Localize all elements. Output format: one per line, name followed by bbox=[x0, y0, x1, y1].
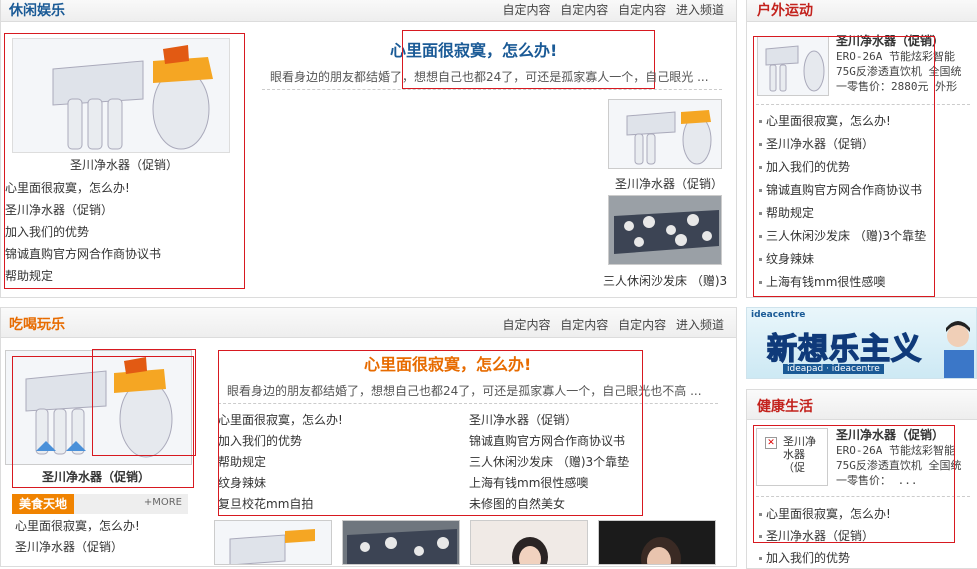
health-header: 健康生活 bbox=[747, 390, 977, 420]
eat-title: 吃喝玩乐 bbox=[9, 317, 65, 333]
list-item[interactable]: 加入我们的优势 bbox=[758, 547, 891, 569]
health-title: 健康生活 bbox=[757, 399, 813, 415]
more-link[interactable]: +MORE bbox=[144, 497, 182, 508]
outdoor-header: 户外运动 bbox=[747, 0, 977, 22]
leisure-side-image-1[interactable] bbox=[608, 99, 722, 169]
food-list: 心里面很寂寞，怎么办! 圣川净水器（促销） bbox=[15, 516, 140, 558]
portrait-photo-icon bbox=[471, 521, 587, 564]
outdoor-title: 户外运动 bbox=[757, 3, 813, 19]
leisure-summary: 眼看身边的朋友都结婚了，想想自己也都24了，可还是孤家寡人一个，自己眼光 ... bbox=[270, 70, 709, 84]
food-tab[interactable]: 美食天地 bbox=[12, 494, 74, 514]
enter-channel-link[interactable]: 进入频道 bbox=[676, 3, 724, 17]
highlight-box bbox=[4, 33, 245, 289]
eat-thumb-3[interactable] bbox=[470, 520, 588, 565]
ad-slogan: 新想乐主义 bbox=[766, 331, 922, 368]
leisure-side-caption-2[interactable]: 三人休闲沙发床 （赠)3 bbox=[603, 272, 727, 289]
sofa-bed-icon bbox=[609, 196, 721, 264]
highlight-box bbox=[753, 425, 955, 543]
highlight-box bbox=[92, 349, 196, 456]
ad-brand: ideacentre bbox=[751, 310, 806, 320]
custom-link-3[interactable]: 自定内容 bbox=[618, 3, 666, 17]
ad-banner[interactable]: ideacentre 新想乐主义 ideapad · ideacentre bbox=[746, 307, 977, 379]
divider bbox=[262, 89, 722, 90]
custom-link-1[interactable]: 自定内容 bbox=[502, 318, 550, 332]
water-purifier-icon bbox=[215, 521, 331, 564]
leisure-title: 休闲娱乐 bbox=[9, 3, 65, 19]
person-icon bbox=[944, 321, 974, 378]
leisure-header: 休闲娱乐 自定内容 自定内容 自定内容 进入频道 bbox=[1, 0, 736, 22]
eat-thumb-1[interactable] bbox=[214, 520, 332, 565]
leisure-side-caption-1[interactable]: 圣川净水器（促销） bbox=[615, 175, 723, 192]
custom-link-1[interactable]: 自定内容 bbox=[502, 3, 550, 17]
water-purifier-icon bbox=[609, 100, 721, 168]
eat-thumb-2[interactable] bbox=[342, 520, 460, 565]
portrait-photo-icon bbox=[599, 521, 715, 564]
food-tab-bar: 美食天地 +MORE bbox=[12, 494, 188, 514]
eat-header-links: 自定内容 自定内容 自定内容 进入频道 bbox=[496, 316, 724, 333]
list-item[interactable]: 心里面很寂寞，怎么办! bbox=[15, 516, 140, 537]
ad-subbrand: ideapad · ideacentre bbox=[783, 364, 884, 374]
eat-thumb-4[interactable] bbox=[598, 520, 716, 565]
highlight-box bbox=[218, 350, 643, 516]
list-item[interactable]: 圣川净水器（促销） bbox=[15, 537, 140, 558]
enter-channel-link[interactable]: 进入频道 bbox=[676, 318, 724, 332]
sofa-bed-icon bbox=[343, 521, 459, 564]
leisure-side-image-2[interactable] bbox=[608, 195, 722, 265]
custom-link-2[interactable]: 自定内容 bbox=[560, 3, 608, 17]
highlight-box bbox=[753, 36, 935, 297]
leisure-header-links: 自定内容 自定内容 自定内容 进入频道 bbox=[496, 1, 724, 18]
custom-link-2[interactable]: 自定内容 bbox=[560, 318, 608, 332]
eat-header: 吃喝玩乐 自定内容 自定内容 自定内容 进入频道 bbox=[1, 308, 736, 338]
custom-link-3[interactable]: 自定内容 bbox=[618, 318, 666, 332]
